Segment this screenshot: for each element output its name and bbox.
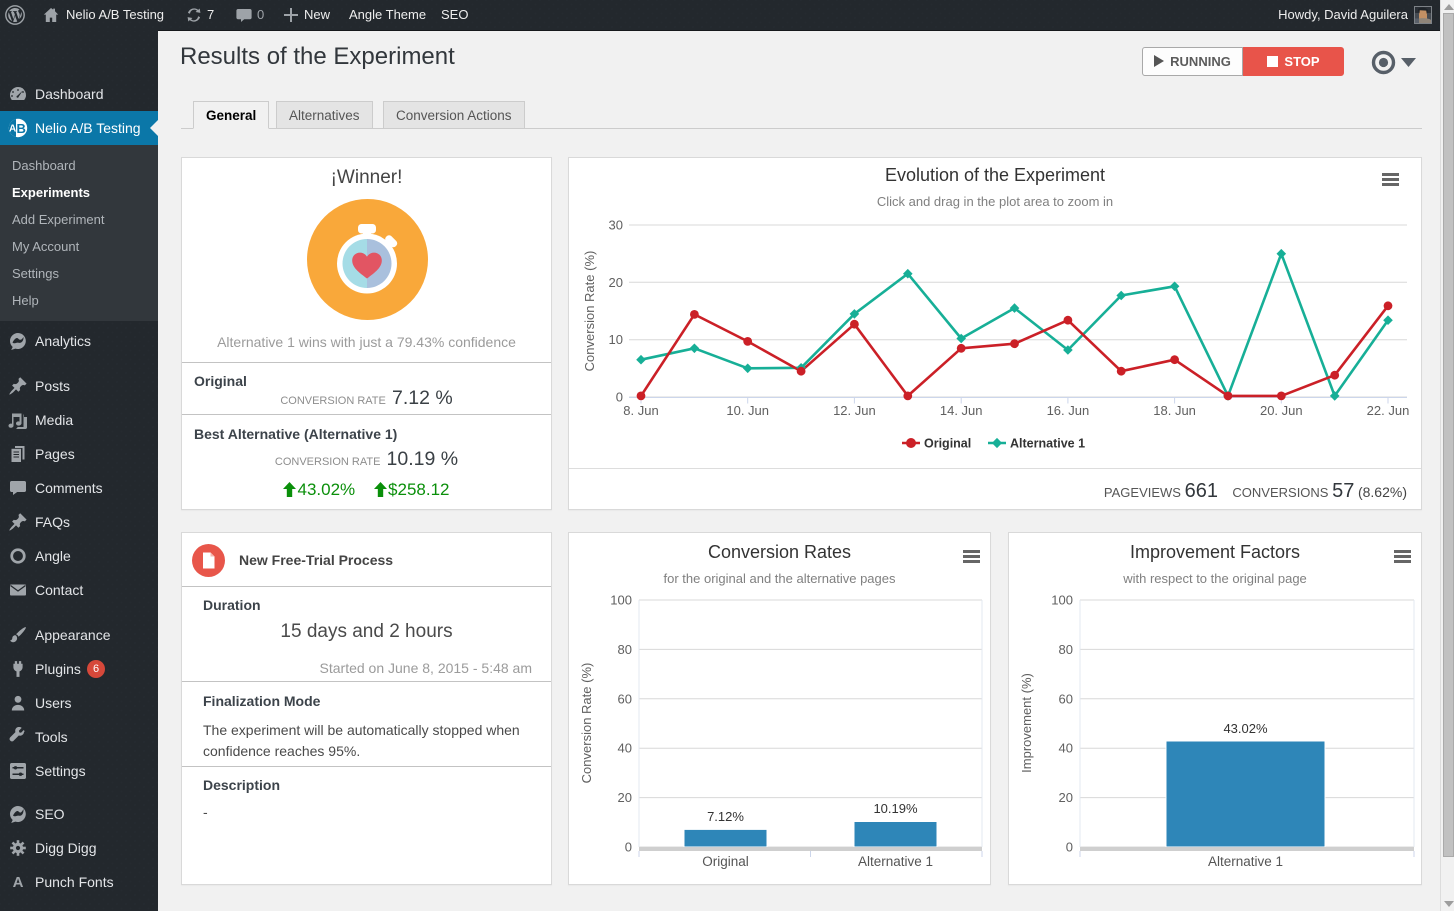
svg-text:18. Jun: 18. Jun	[1153, 403, 1196, 418]
svg-text:100: 100	[610, 593, 632, 608]
svg-text:80: 80	[618, 642, 632, 657]
svg-text:B: B	[17, 121, 26, 136]
svg-text:80: 80	[1059, 642, 1073, 657]
svg-text:100: 100	[1051, 593, 1073, 608]
svg-text:Improvement (%): Improvement (%)	[1019, 673, 1034, 773]
svg-text:30: 30	[609, 218, 623, 233]
svg-text:Conversion Rate (%): Conversion Rate (%)	[582, 251, 597, 372]
svg-text:8. Jun: 8. Jun	[623, 403, 658, 418]
svg-text:7.12%: 7.12%	[707, 809, 744, 824]
svg-text:Conversion Rate (%): Conversion Rate (%)	[579, 663, 594, 784]
svg-text:Alternative 1: Alternative 1	[1208, 854, 1283, 869]
svg-text:22. Jun: 22. Jun	[1367, 403, 1410, 418]
svg-text:A: A	[13, 874, 24, 891]
svg-text:0: 0	[625, 840, 632, 855]
svg-text:60: 60	[618, 691, 632, 706]
svg-text:10: 10	[609, 332, 623, 347]
svg-text:12. Jun: 12. Jun	[833, 403, 876, 418]
svg-text:43.02%: 43.02%	[1223, 721, 1268, 736]
svg-text:40: 40	[1059, 741, 1073, 756]
svg-text:60: 60	[1059, 691, 1073, 706]
svg-text:20: 20	[1059, 790, 1073, 805]
svg-text:Original: Original	[924, 437, 971, 451]
svg-text:40: 40	[618, 741, 632, 756]
svg-text:Original: Original	[702, 854, 749, 869]
svg-text:20. Jun: 20. Jun	[1260, 403, 1303, 418]
svg-text:14. Jun: 14. Jun	[940, 403, 983, 418]
svg-text:0: 0	[616, 390, 623, 405]
svg-text:16. Jun: 16. Jun	[1047, 403, 1090, 418]
svg-text:10.19%: 10.19%	[873, 801, 918, 816]
svg-text:Alternative 1: Alternative 1	[1010, 437, 1085, 451]
svg-text:Alternative 1: Alternative 1	[858, 854, 933, 869]
svg-text:20: 20	[618, 790, 632, 805]
svg-text:0: 0	[1066, 840, 1073, 855]
svg-text:10. Jun: 10. Jun	[726, 403, 769, 418]
svg-text:20: 20	[609, 275, 623, 290]
svg-text:A: A	[9, 124, 16, 135]
